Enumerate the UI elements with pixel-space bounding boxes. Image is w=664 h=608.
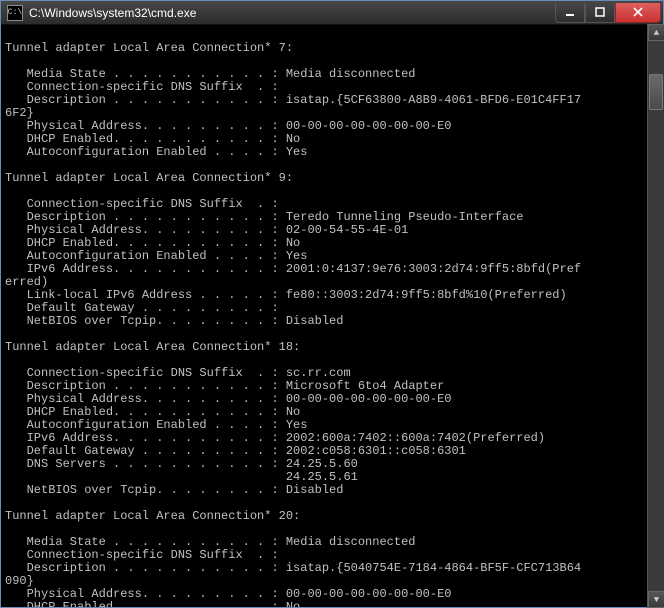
titlebar[interactable]: C:\ C:\Windows\system32\cmd.exe xyxy=(1,1,663,25)
maximize-icon xyxy=(595,7,605,17)
scroll-thumb[interactable] xyxy=(649,74,663,110)
minimize-icon xyxy=(565,7,575,17)
vertical-scrollbar[interactable]: ▲ ▼ xyxy=(647,24,664,608)
cmd-window: C:\ C:\Windows\system32\cmd.exe Tunnel a… xyxy=(0,0,664,608)
minimize-button[interactable] xyxy=(555,3,585,23)
window-title: C:\Windows\system32\cmd.exe xyxy=(27,6,555,20)
window-controls xyxy=(555,3,661,23)
close-button[interactable] xyxy=(615,3,661,23)
scroll-up-button[interactable]: ▲ xyxy=(648,24,664,41)
cmd-icon: C:\ xyxy=(7,5,23,21)
close-icon xyxy=(632,7,644,17)
maximize-button[interactable] xyxy=(585,3,615,23)
terminal-output[interactable]: Tunnel adapter Local Area Connection* 7:… xyxy=(1,25,663,607)
scroll-down-button[interactable]: ▼ xyxy=(648,591,664,608)
